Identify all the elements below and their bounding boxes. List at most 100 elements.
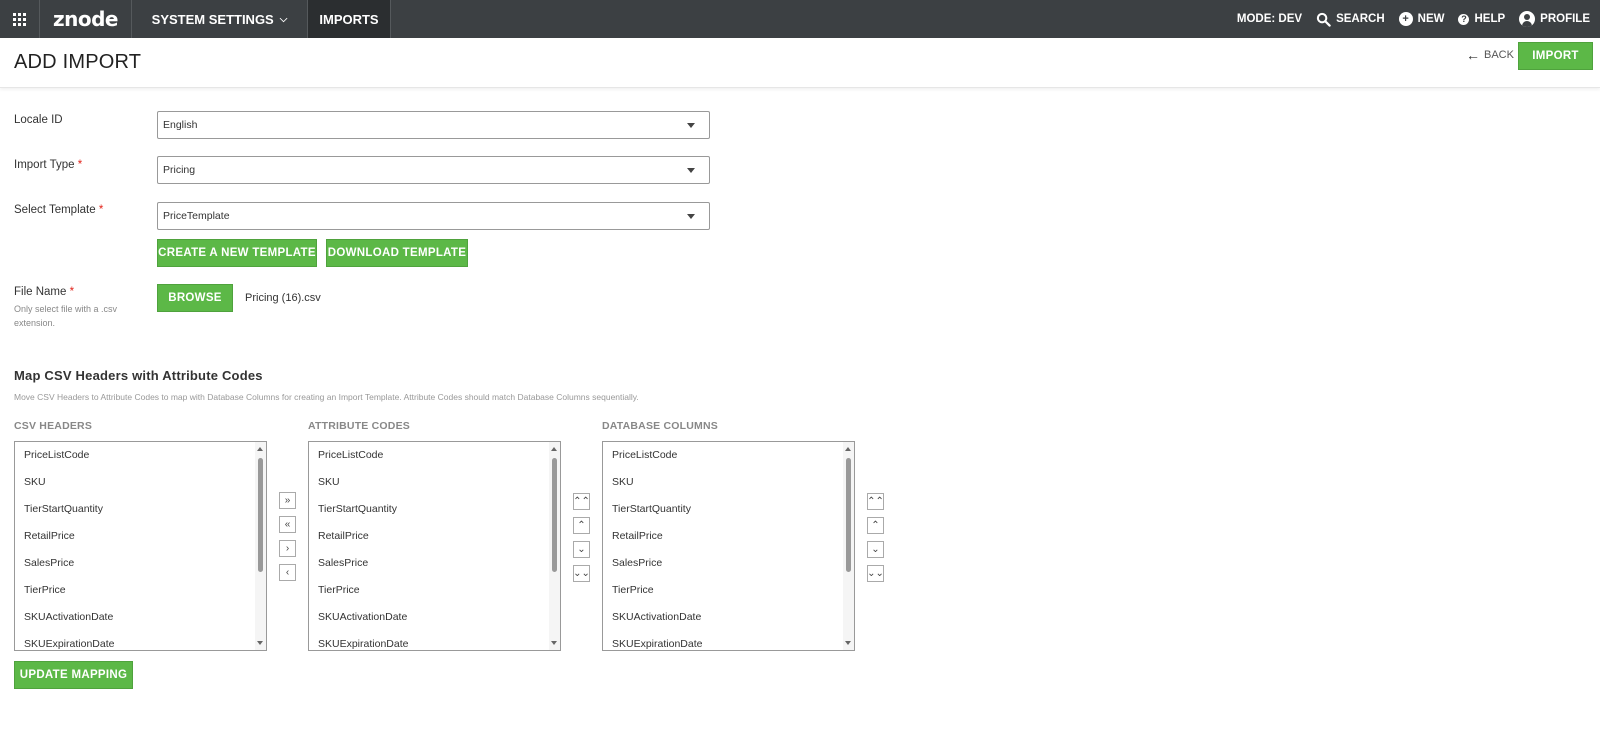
- move-down-button[interactable]: ⌄: [867, 541, 884, 558]
- user-icon: [1519, 11, 1536, 27]
- update-mapping-button[interactable]: UPDATE MAPPING: [14, 661, 133, 689]
- list-item[interactable]: PriceListCode: [603, 442, 854, 469]
- import-type-value: Pricing: [163, 164, 196, 176]
- list-item[interactable]: SKUActivationDate: [15, 604, 266, 631]
- search-label: SEARCH: [1336, 13, 1385, 25]
- list-item[interactable]: SalesPrice: [603, 550, 854, 577]
- scrollbar-thumb[interactable]: [258, 458, 263, 572]
- list-item[interactable]: SKUActivationDate: [603, 604, 854, 631]
- search-button[interactable]: SEARCH: [1316, 12, 1385, 27]
- create-new-template-button[interactable]: CREATE A NEW TEMPLATE: [157, 239, 317, 267]
- file-name-hint: Only select file with a .csv extension.: [14, 304, 118, 328]
- dropdown-caret-icon: [687, 214, 695, 219]
- download-template-button[interactable]: DOWNLOAD TEMPLATE: [326, 239, 468, 267]
- list-item[interactable]: RetailPrice: [15, 523, 266, 550]
- browse-button[interactable]: BROWSE: [157, 284, 233, 312]
- scroll-up-icon[interactable]: [845, 447, 851, 451]
- move-left-button[interactable]: ‹: [279, 564, 296, 581]
- select-template-select[interactable]: PriceTemplate: [157, 202, 710, 230]
- list-item[interactable]: SKUExpirationDate: [309, 631, 560, 650]
- import-type-select[interactable]: Pricing: [157, 156, 710, 184]
- select-template-label-text: Select Template: [14, 204, 96, 216]
- select-template-label: Select Template *: [14, 204, 103, 216]
- move-up-button[interactable]: ⌃: [867, 517, 884, 534]
- required-marker: *: [98, 204, 104, 216]
- scroll-up-icon[interactable]: [551, 447, 557, 451]
- scroll-down-icon[interactable]: [551, 641, 557, 645]
- znode-logo[interactable]: znode: [40, 0, 132, 38]
- new-label: NEW: [1417, 13, 1445, 25]
- menu-imports-label: IMPORTS: [319, 11, 379, 27]
- new-button[interactable]: + NEW: [1398, 12, 1445, 26]
- help-label: HELP: [1474, 13, 1506, 25]
- move-all-right-button[interactable]: »: [279, 492, 296, 509]
- list-item[interactable]: PriceListCode: [15, 442, 266, 469]
- app-launcher-button[interactable]: [0, 0, 40, 38]
- grid-icon: [13, 12, 26, 26]
- scroll-down-icon[interactable]: [845, 641, 851, 645]
- profile-button[interactable]: PROFILE: [1519, 11, 1590, 27]
- locale-id-select[interactable]: English: [157, 111, 710, 139]
- list-item[interactable]: SalesPrice: [309, 550, 560, 577]
- attribute-codes-list[interactable]: PriceListCode SKU TierStartQuantity Reta…: [308, 441, 561, 651]
- list-item[interactable]: SKUExpirationDate: [603, 631, 854, 650]
- list-item[interactable]: TierPrice: [603, 577, 854, 604]
- scroll-down-icon[interactable]: [257, 641, 263, 645]
- import-button[interactable]: IMPORT: [1518, 42, 1593, 70]
- menu-system-settings[interactable]: SYSTEM SETTINGS ⌵: [132, 0, 308, 38]
- import-type-label: Import Type *: [14, 159, 82, 171]
- menu-imports[interactable]: IMPORTS: [308, 0, 391, 38]
- move-down-button[interactable]: ⌄: [573, 541, 590, 558]
- file-name-label: File Name *: [14, 286, 74, 298]
- help-icon: ?: [1458, 13, 1470, 25]
- list-item[interactable]: TierStartQuantity: [603, 496, 854, 523]
- back-link[interactable]: ← BACK: [1466, 47, 1514, 63]
- list-item[interactable]: RetailPrice: [603, 523, 854, 550]
- list-item[interactable]: TierStartQuantity: [309, 496, 560, 523]
- help-button[interactable]: ? HELP: [1458, 13, 1505, 25]
- plus-circle-icon: +: [1398, 12, 1413, 26]
- move-up-button[interactable]: ⌃: [573, 517, 590, 534]
- scrollbar-thumb[interactable]: [846, 458, 851, 572]
- move-to-top-button[interactable]: ⌃⌃: [573, 493, 590, 510]
- select-template-value: PriceTemplate: [163, 210, 230, 222]
- move-right-button[interactable]: ›: [279, 540, 296, 557]
- csv-headers-heading: CSV HEADERS: [14, 420, 93, 432]
- csv-headers-list[interactable]: PriceListCode SKU TierStartQuantity Reta…: [14, 441, 267, 651]
- locale-id-value: English: [163, 119, 198, 131]
- list-item[interactable]: SKUActivationDate: [309, 604, 560, 631]
- attribute-codes-heading: ATTRIBUTE CODES: [308, 420, 410, 432]
- list-item[interactable]: SKU: [309, 469, 560, 496]
- import-type-label-text: Import Type: [14, 159, 75, 171]
- scroll-up-icon[interactable]: [257, 447, 263, 451]
- mapping-section-title: Map CSV Headers with Attribute Codes: [14, 368, 263, 383]
- scrollbar[interactable]: [843, 442, 854, 650]
- selected-file-name: Pricing (16).csv: [245, 292, 321, 304]
- move-to-bottom-button[interactable]: ⌄⌄: [867, 565, 884, 582]
- list-item[interactable]: SKU: [15, 469, 266, 496]
- list-item[interactable]: TierPrice: [15, 577, 266, 604]
- mode-label: MODE: DEV: [1236, 13, 1303, 25]
- move-to-top-button[interactable]: ⌃⌃: [867, 493, 884, 510]
- scrollbar[interactable]: [549, 442, 560, 650]
- move-all-left-button[interactable]: «: [279, 516, 296, 533]
- page-title: ADD IMPORT: [14, 51, 142, 73]
- back-label: BACK: [1484, 49, 1514, 61]
- menu-system-settings-label: SYSTEM SETTINGS: [151, 11, 274, 27]
- scrollbar-thumb[interactable]: [552, 458, 557, 572]
- database-columns-list[interactable]: PriceListCode SKU TierStartQuantity Reta…: [602, 441, 855, 651]
- list-item[interactable]: TierPrice: [309, 577, 560, 604]
- move-to-bottom-button[interactable]: ⌄⌄: [573, 565, 590, 582]
- database-columns-heading: DATABASE COLUMNS: [602, 420, 718, 432]
- list-item[interactable]: PriceListCode: [309, 442, 560, 469]
- file-name-label-text: File Name: [14, 286, 67, 298]
- search-icon: [1316, 12, 1331, 27]
- list-item[interactable]: TierStartQuantity: [15, 496, 266, 523]
- list-item[interactable]: SKUExpirationDate: [15, 631, 266, 650]
- scrollbar[interactable]: [255, 442, 266, 650]
- locale-id-label-text: Locale ID: [14, 114, 63, 126]
- list-item[interactable]: SalesPrice: [15, 550, 266, 577]
- list-item[interactable]: SKU: [603, 469, 854, 496]
- dropdown-caret-icon: [687, 123, 695, 128]
- list-item[interactable]: RetailPrice: [309, 523, 560, 550]
